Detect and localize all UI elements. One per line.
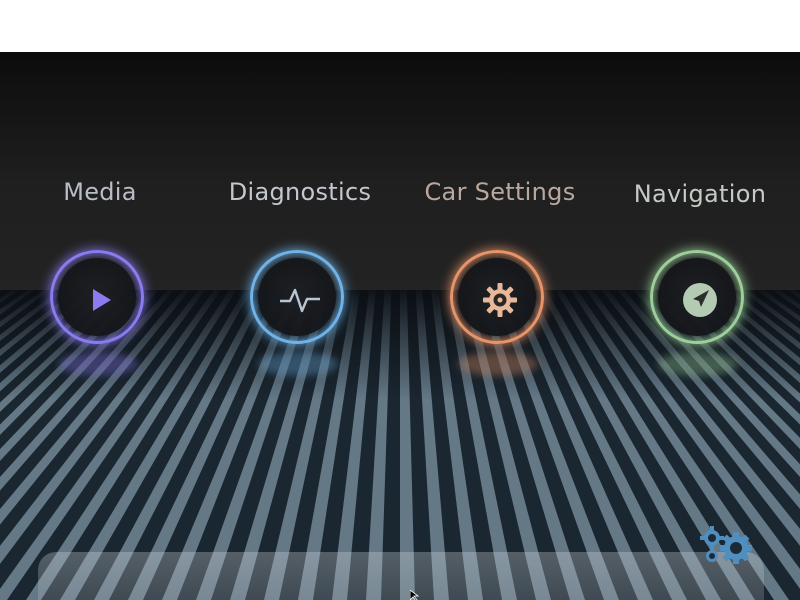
media-label: Media [63,178,137,206]
diagnostics-reflection [258,352,338,376]
settings-gears-icon[interactable] [698,524,754,574]
car-settings-button[interactable] [450,250,544,344]
bottom-dock [38,552,764,600]
diagnostics-app[interactable]: Diagnostics [200,52,400,382]
navigation-button[interactable] [650,250,744,344]
compass-icon [683,283,717,317]
navigation-app[interactable]: Navigation [600,52,800,382]
pulse-icon [280,288,320,313]
media-reflection [58,352,138,376]
car-settings-reflection [458,352,538,376]
mouse-cursor-icon [410,590,420,600]
play-icon [93,289,111,311]
gear-icon [483,283,517,317]
diagnostics-label: Diagnostics [228,178,372,206]
navigation-reflection [658,352,738,376]
media-button[interactable] [50,250,144,344]
car-settings-label: Car Settings [424,178,576,206]
media-app[interactable]: Media [0,52,200,382]
navigation-label: Navigation [633,180,767,208]
car-settings-app[interactable]: Car Settings [400,52,600,382]
diagnostics-button[interactable] [250,250,344,344]
home-screen: Media Diagnostics Car Settings Navigatio… [0,52,800,600]
